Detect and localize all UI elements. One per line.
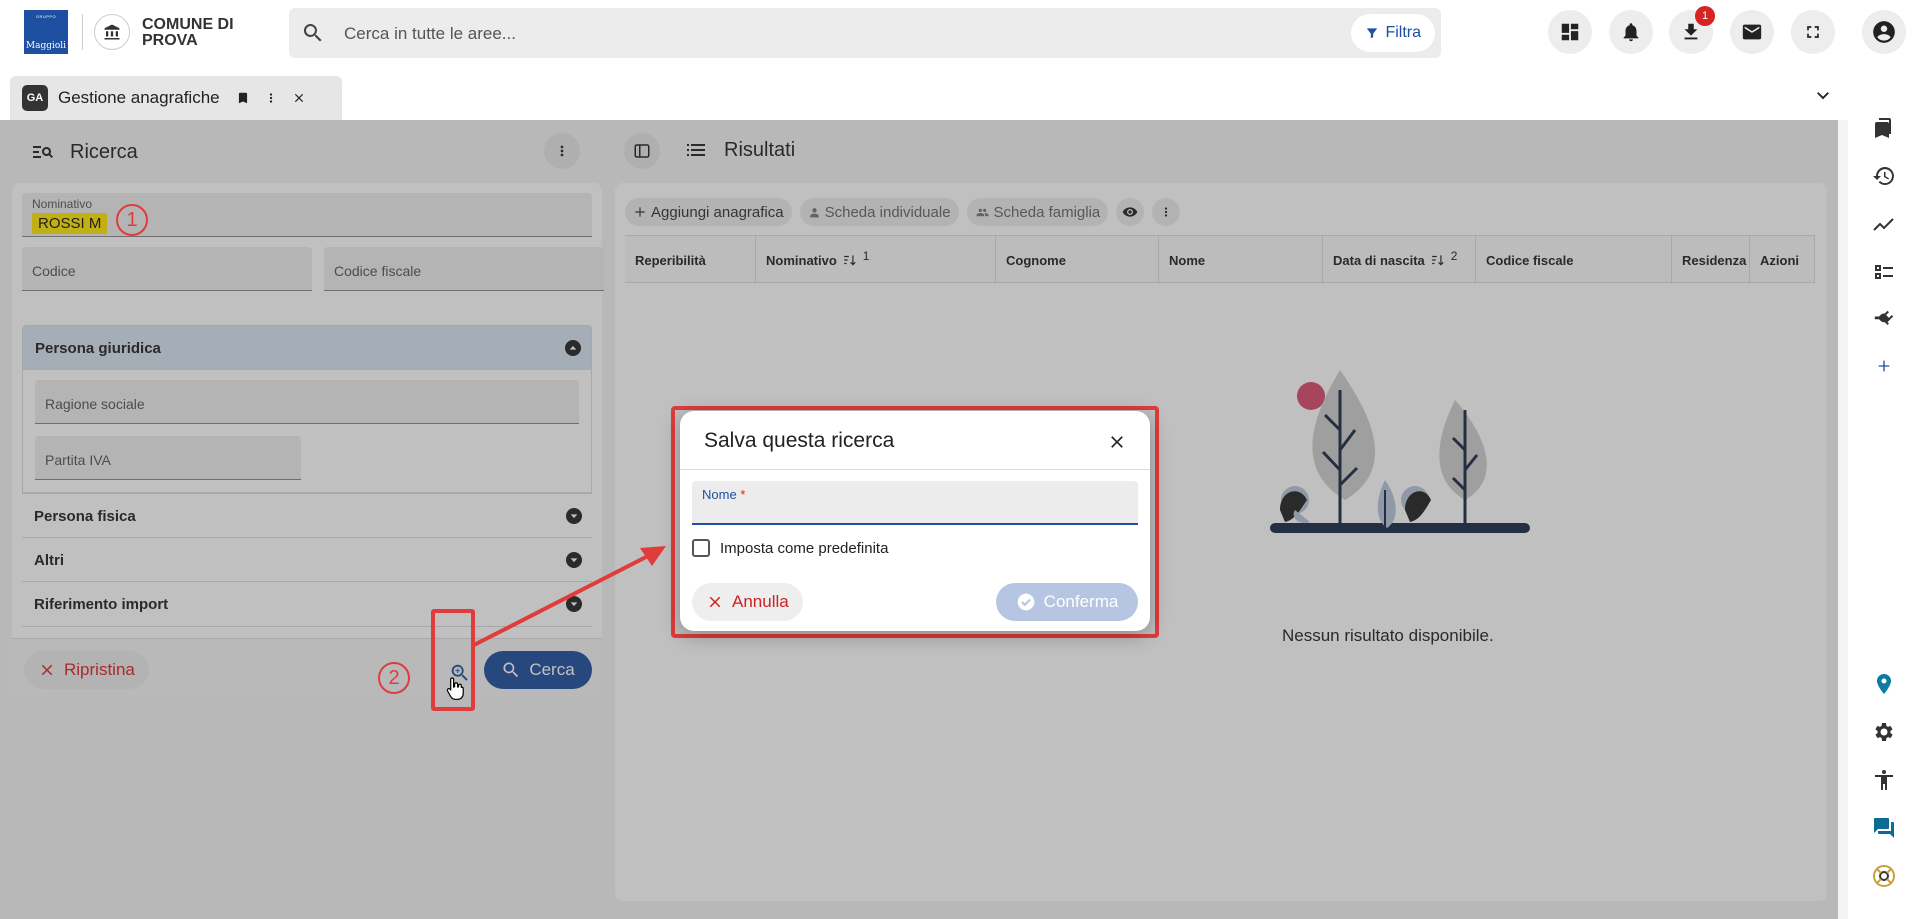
confirm-label: Conferma [1043,592,1119,611]
close-dialog-button[interactable] [1104,429,1130,455]
check-circle-icon [1016,592,1036,612]
close-icon [1107,432,1127,452]
cancel-button[interactable]: Annulla [692,583,803,621]
default-checkbox[interactable] [692,539,710,557]
required-mark: * [740,487,746,502]
name-label: Nome * [702,487,745,502]
name-input[interactable]: Nome * [692,481,1138,525]
save-search-dialog: Salva questa ricerca Nome * Imposta come… [680,411,1150,631]
name-label-text: Nome [702,487,737,502]
default-checkbox-label: Imposta come predefinita [720,539,889,557]
dialog-title: Salva questa ricerca [704,429,895,452]
confirm-button[interactable]: Conferma [996,583,1138,621]
close-icon [706,593,724,611]
cancel-label: Annulla [732,592,789,611]
default-checkbox-row[interactable]: Imposta come predefinita [692,539,888,557]
dialog-divider [680,469,1150,470]
